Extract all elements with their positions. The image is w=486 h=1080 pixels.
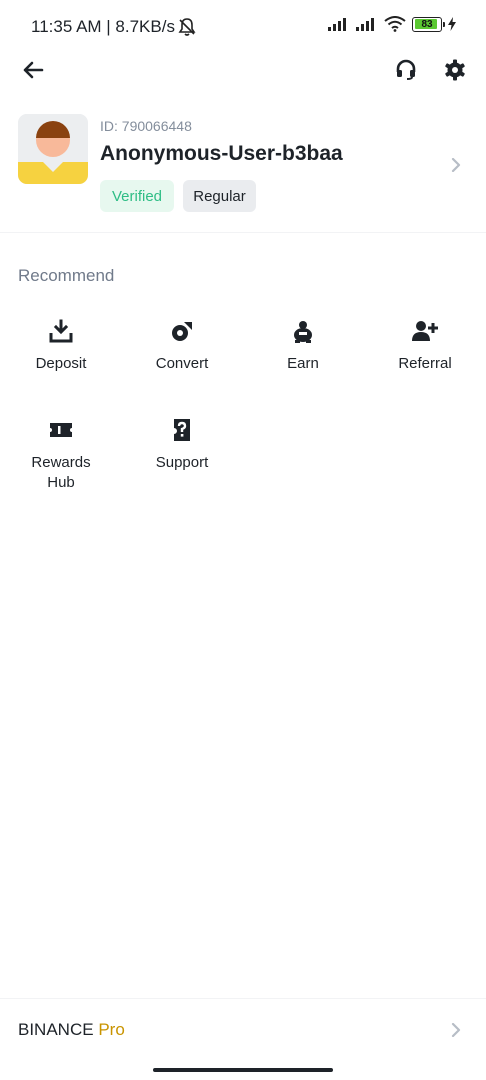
verified-badge[interactable]: Verified (100, 180, 174, 212)
wifi-icon (384, 16, 406, 32)
support-headset-button[interactable] (392, 55, 420, 85)
referral-label: Referral (398, 355, 452, 372)
charging-icon (448, 17, 456, 31)
home-indicator[interactable] (153, 1068, 333, 1072)
mute-bell-icon (178, 18, 196, 36)
support-label: Support (155, 454, 209, 471)
avatar-illustration (18, 114, 88, 184)
chevron-right-icon[interactable] (449, 1020, 463, 1040)
headset-icon (396, 59, 416, 80)
back-button[interactable] (18, 55, 48, 85)
rewards-hub-icon (48, 417, 74, 443)
brand-name: BINANCE (18, 1020, 94, 1039)
recommend-title: Recommend (18, 266, 115, 285)
settings-button[interactable] (441, 55, 469, 85)
back-arrow-icon (23, 61, 44, 79)
earn-icon (290, 318, 316, 344)
deposit-icon (48, 318, 74, 344)
signal-icon (356, 18, 374, 31)
convert-label: Convert (155, 355, 209, 372)
rewards-hub-shortcut[interactable]: Rewards Hub (11, 417, 111, 493)
brand-label: BINANCE Pro (18, 1020, 125, 1040)
rewards-hub-label: Rewards Hub (31, 454, 91, 491)
referral-shortcut[interactable]: Referral (375, 318, 475, 374)
earn-label: Earn (287, 355, 319, 372)
status-bar: 11:35 AM | 8.7KB/s 83 (0, 0, 486, 54)
top-bar (0, 50, 486, 90)
username: Anonymous-User-b3baa (100, 142, 343, 165)
avatar[interactable] (18, 114, 88, 184)
deposit-label: Deposit (35, 355, 87, 372)
brand-pro-suffix: Pro (98, 1020, 125, 1039)
support-icon (169, 417, 195, 443)
support-shortcut[interactable]: Support (132, 417, 232, 473)
battery-icon: 83 (412, 16, 445, 32)
earn-shortcut[interactable]: Earn (253, 318, 353, 374)
footer-divider (0, 998, 486, 999)
deposit-shortcut[interactable]: Deposit (11, 318, 111, 374)
signal-icon (328, 18, 346, 31)
section-divider (0, 232, 486, 233)
status-icons: 83 (328, 16, 456, 32)
binance-pro-row[interactable]: BINANCE Pro (0, 1010, 486, 1050)
battery-level: 83 (421, 18, 433, 30)
profile-card[interactable]: ID: 790066448 Anonymous-User-b3baa Verif… (0, 108, 486, 228)
gear-icon (445, 59, 465, 81)
status-time: 11:35 AM | 8.7KB/s (31, 17, 175, 36)
user-id: ID: 790066448 (100, 118, 192, 134)
regular-badge[interactable]: Regular (183, 180, 256, 212)
convert-icon (169, 318, 195, 344)
referral-icon (412, 318, 438, 344)
convert-shortcut[interactable]: Convert (132, 318, 232, 374)
chevron-right-icon[interactable] (449, 155, 463, 175)
